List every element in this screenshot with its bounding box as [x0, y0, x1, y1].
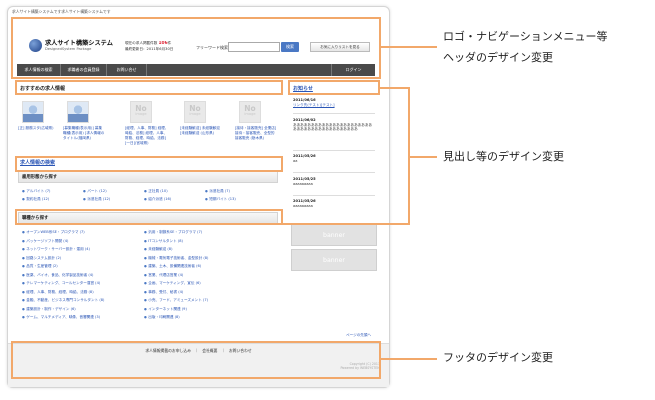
- page-top-link[interactable]: ページの先頭へ: [346, 333, 371, 337]
- keyword-search-input[interactable]: [228, 42, 280, 52]
- nav-login[interactable]: ログイン: [331, 64, 375, 76]
- employment-link[interactable]: アルバイト (7): [22, 189, 50, 194]
- occupation-link[interactable]: 経理、人事、財務、経理、時給、法務 (8): [22, 290, 93, 295]
- news-item[interactable]: 2011/06/16 リンク先(テスト)[テスト]: [293, 98, 375, 107]
- employment-link[interactable]: 正社員 (10): [144, 189, 167, 194]
- job-caption[interactable]: [経理、人事、財務] 経理、時給、法務] 経理、人事、財務、経理、時給、法務][…: [125, 126, 169, 145]
- site-title[interactable]: 求人サイト構築システム: [45, 38, 113, 47]
- employment-link[interactable]: 短期バイト (13): [205, 197, 236, 202]
- occupation-link[interactable]: 未経験歓迎 (8): [144, 247, 172, 252]
- job-search-heading[interactable]: 求人情報の検索: [20, 159, 55, 166]
- occupation-link[interactable]: ITコンサルタント (8): [144, 239, 183, 244]
- job-thumb-photo[interactable]: [67, 101, 89, 123]
- news-divider: [293, 113, 375, 114]
- job-count-value: 106: [158, 41, 168, 46]
- headings-callout: 見出し等のデザイン変更: [443, 150, 564, 163]
- news-divider: [293, 172, 375, 173]
- employment-link[interactable]: 派遣社員 (7): [205, 189, 230, 194]
- occupation-link[interactable]: 品質・生産管理 (2): [22, 264, 57, 269]
- employment-link[interactable]: 派遣社員 (12): [83, 197, 110, 202]
- global-nav: 求人情報の検索 求職者の会員登録 お問い合せ ログイン: [17, 64, 375, 76]
- occupation-link[interactable]: 事務、受付、秘書 (4): [144, 290, 183, 295]
- employment-heading: 雇用形態から探す: [22, 175, 58, 180]
- occupation-link[interactable]: インターネット関連 (9): [144, 307, 187, 312]
- occupation-link[interactable]: 金融、不動産、ビジネス専門コンサルタント (8): [22, 298, 104, 303]
- occupation-link[interactable]: 出版・印刷関連 (8): [144, 315, 179, 320]
- header-callout: ロゴ・ナビゲーションメニュー等 ヘッダのデザイン変更: [443, 30, 608, 64]
- sidebar-banner[interactable]: banner: [291, 249, 377, 271]
- nav-member-register[interactable]: 求職者の会員登録: [61, 64, 107, 76]
- occupation-link[interactable]: 建築、土木、設備関連技術者 (6): [144, 264, 201, 269]
- recommend-heading: おすすめの求人情報: [20, 86, 66, 92]
- occupation-link[interactable]: 小売、フード、アミューズメント (7): [144, 298, 208, 303]
- news-item[interactable]: 2011/05/26 aaaaaaaaa: [293, 199, 375, 208]
- header-connector-line: [381, 46, 437, 48]
- occupation-link[interactable]: ゲーム、マルチメディア、映像、音響関連 (3): [22, 315, 100, 320]
- footer-copyright: Copyright (C) 2011 Powered by WEBSYSTEM: [340, 362, 381, 370]
- news-divider: [293, 195, 375, 196]
- footer-connector-line: [381, 358, 437, 360]
- employment-link[interactable]: 契約社員 (12): [22, 197, 49, 202]
- news-item[interactable]: 2011/06/02 あああああああああああああああああああああああああああああ…: [293, 118, 375, 132]
- news-heading[interactable]: お知らせ: [293, 85, 313, 92]
- job-caption[interactable]: [募集職種(表示用)] 募集職種(表示用) [求人情報のタイトル(福岡県): [63, 126, 105, 141]
- sidebar-banner[interactable]: banner: [291, 224, 377, 246]
- nav-job-search[interactable]: 求人情報の検索: [17, 64, 61, 76]
- occupation-link[interactable]: テレマーケティング、コールセンター運営 (4): [22, 281, 100, 286]
- footer-callout: フッタのデザイン変更: [443, 351, 553, 364]
- employment-link[interactable]: 紹介派遣 (16): [144, 197, 171, 202]
- occupation-link[interactable]: パッケージソフト開発 (4): [22, 239, 68, 244]
- keyword-search-label: フリーワード検索: [196, 45, 228, 50]
- occupation-link[interactable]: 機械・電気電子技術者、金型設計 (8): [144, 256, 208, 261]
- job-caption[interactable]: [未経験歓迎] 未経験歓迎 [未経験歓迎 (山形県): [180, 126, 224, 136]
- occupation-link[interactable]: 営業、代理店営業 (4): [144, 273, 183, 278]
- news-item[interactable]: 2011/05/25 aaaaaaaaa: [293, 177, 375, 186]
- job-thumb-photo[interactable]: [22, 101, 44, 123]
- occupation-link[interactable]: 回路システム設計 (2): [22, 256, 61, 261]
- footer-links[interactable]: 求人情報掲載のお申し込み ｜ 会社概要 ｜ お問い合わせ: [8, 348, 389, 354]
- news-divider: [293, 150, 375, 151]
- occupation-heading-bar: [18, 212, 278, 224]
- job-thumb-noimage[interactable]: No image: [130, 101, 152, 123]
- occupation-link[interactable]: 企画、マーケティング、宣伝 (6): [144, 281, 200, 286]
- employment-link[interactable]: パート (12): [83, 189, 106, 194]
- site-tagline: 求人サイト構築システムです求人サイト構築システムです: [12, 9, 111, 14]
- job-count-box: 現在の求人掲載件数 106件 最終更新日：2011年6月30日: [125, 41, 174, 51]
- occupation-link[interactable]: 汎用・制御系SE・プログラマ (7): [144, 230, 202, 235]
- occupation-link[interactable]: 建築設計・制作・デザイン (6): [22, 307, 75, 312]
- search-button[interactable]: 検索: [281, 42, 299, 52]
- nav-contact[interactable]: お問い合せ: [107, 64, 147, 76]
- job-thumb-noimage[interactable]: No image: [184, 101, 206, 123]
- job-thumb-noimage[interactable]: No image: [239, 101, 261, 123]
- job-caption[interactable]: [接待・接客販売] 全業店] 接待・接客販売、全型的接客販売 (栃木県): [235, 126, 277, 141]
- occupation-link[interactable]: ネットワーク・サーバー設計・運用 (4): [22, 247, 90, 252]
- occupation-link[interactable]: 医薬、バイオ、食品、化学製品技術者 (4): [22, 273, 93, 278]
- occupation-heading: 職種から探す: [22, 216, 49, 221]
- site-logo-icon[interactable]: [29, 39, 42, 52]
- job-caption[interactable]: [正] 服務スタ(広域県): [18, 126, 60, 131]
- favorites-list-button[interactable]: お気に入りリストを見る: [310, 42, 370, 52]
- heading-connector-line: [283, 223, 410, 225]
- heading-connector-line: [380, 87, 410, 89]
- news-item[interactable]: 2011/05/26 aa: [293, 154, 375, 163]
- site-subtitle: DesignedSystem Package: [45, 47, 92, 51]
- occupation-link[interactable]: オープンWEB系SE・プログラマ (7): [22, 230, 84, 235]
- heading-connector-line: [408, 156, 437, 158]
